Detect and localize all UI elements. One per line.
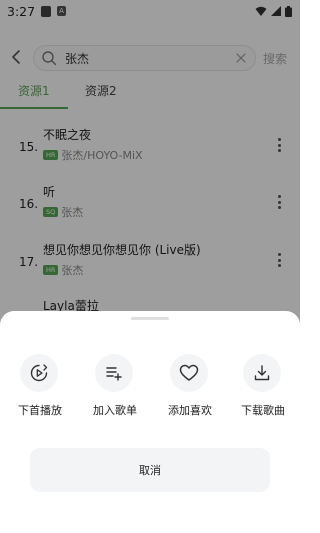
cancel-button[interactable]: 取消 (30, 448, 270, 492)
download-button[interactable]: 下载歌曲 (233, 354, 293, 424)
action-label: 下载歌曲 (241, 404, 285, 417)
play-next-button[interactable]: 下首播放 (10, 354, 70, 424)
playlist-add-icon (106, 367, 122, 381)
action-icon-circle (243, 354, 281, 392)
action-sheet: 下首播放 加入歌单 添加喜欢 下载歌曲 取消 (0, 311, 300, 533)
play-next-icon (30, 364, 48, 382)
action-icon-circle (20, 354, 58, 392)
add-favorite-button[interactable]: 添加喜欢 (160, 354, 220, 424)
heart-icon (179, 364, 199, 381)
action-label: 下首播放 (18, 404, 62, 417)
download-icon (254, 365, 270, 381)
action-icon-circle (170, 354, 208, 392)
action-label: 添加喜欢 (168, 404, 212, 417)
add-to-playlist-button[interactable]: 加入歌单 (85, 354, 145, 424)
action-label: 加入歌单 (93, 404, 137, 417)
sheet-handle[interactable] (131, 317, 169, 320)
action-icon-circle (95, 354, 133, 392)
